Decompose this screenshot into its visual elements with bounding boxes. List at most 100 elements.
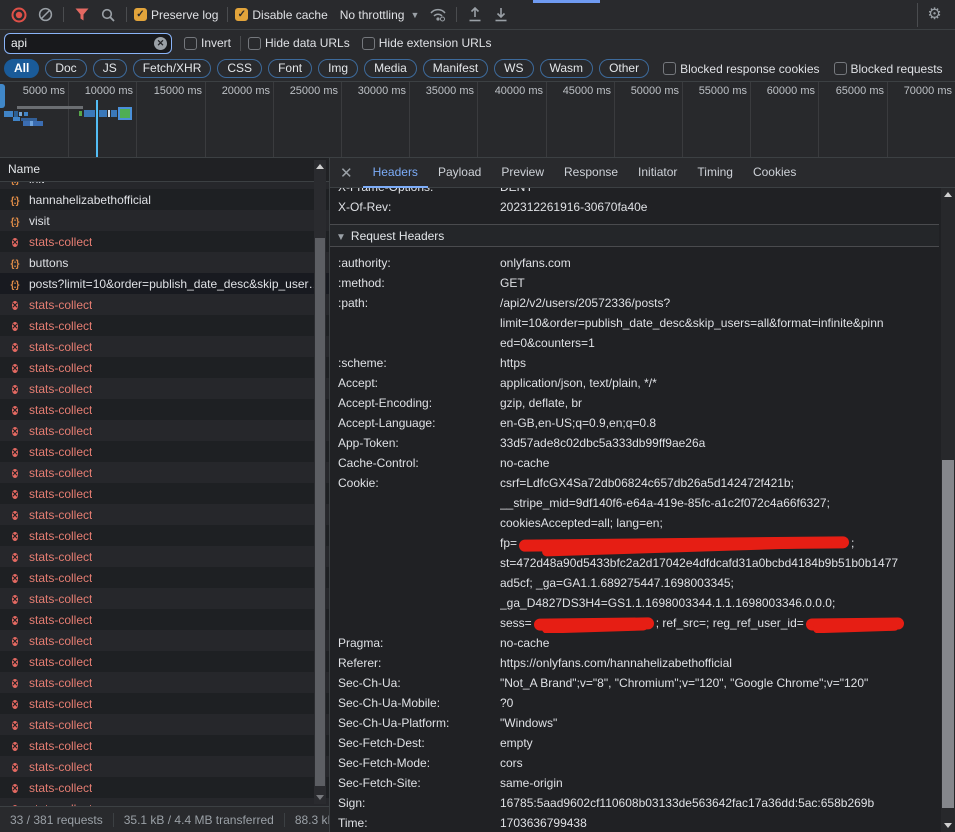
record-button[interactable] <box>6 3 32 27</box>
type-pill-js[interactable]: JS <box>93 59 127 78</box>
header-name: :method: <box>330 273 500 293</box>
disable-cache-checkbox[interactable]: ✓ <box>235 8 248 21</box>
type-pill-wasm[interactable]: Wasm <box>540 59 594 78</box>
request-row[interactable]: ✕stats-collect <box>0 231 329 252</box>
request-row[interactable]: ✕stats-collect <box>0 504 329 525</box>
type-pill-doc[interactable]: Doc <box>45 59 86 78</box>
scroll-down-icon[interactable] <box>316 795 324 800</box>
scroll-up-icon[interactable] <box>944 192 952 197</box>
invert-checkbox[interactable] <box>184 37 197 50</box>
type-pill-img[interactable]: Img <box>318 59 358 78</box>
close-icon[interactable]: ✕ <box>340 164 353 182</box>
export-har-button[interactable] <box>488 3 514 27</box>
filter-input[interactable]: api ✕ <box>4 33 172 54</box>
header-value-text: csrf=LdfcGX4Sa72db06824c657db26a5d142472… <box>500 476 794 490</box>
scroll-down-icon[interactable] <box>944 823 952 828</box>
header-row: Sign:16785:5aad9602cf110608b03133de56364… <box>330 793 939 813</box>
request-row[interactable]: ✕stats-collect <box>0 525 329 546</box>
request-row[interactable]: ✕stats-collect <box>0 357 329 378</box>
clear-filter-icon[interactable]: ✕ <box>154 37 167 50</box>
blocked-requests-checkbox[interactable] <box>834 62 847 75</box>
type-pill-css[interactable]: CSS <box>217 59 262 78</box>
request-row[interactable]: ✕stats-collect <box>0 336 329 357</box>
request-row[interactable]: ✕stats-collect <box>0 672 329 693</box>
request-row[interactable]: ✕stats-collect <box>0 378 329 399</box>
search-button[interactable] <box>95 3 121 27</box>
request-list-scrollbar[interactable] <box>314 160 326 804</box>
scrollbar-thumb[interactable] <box>315 238 325 786</box>
request-row[interactable]: ✕stats-collect <box>0 546 329 567</box>
header-name: Sec-Fetch-Mode: <box>330 753 500 773</box>
request-row[interactable]: ✕stats-collect <box>0 735 329 756</box>
request-row[interactable]: ✕stats-collect <box>0 609 329 630</box>
network-overview-timeline[interactable]: 5000 ms10000 ms15000 ms20000 ms25000 ms3… <box>0 82 955 158</box>
request-row[interactable]: ✕stats-collect <box>0 420 329 441</box>
scroll-up-icon[interactable] <box>316 164 324 169</box>
error-icon: ✕ <box>7 654 22 669</box>
request-row[interactable]: ✕stats-collect <box>0 315 329 336</box>
request-row[interactable]: ✕stats-collect <box>0 798 329 806</box>
tab-headers[interactable]: Headers <box>363 158 428 188</box>
overview-drag-handle[interactable] <box>0 84 5 108</box>
type-pill-media[interactable]: Media <box>364 59 417 78</box>
request-row[interactable]: ✕stats-collect <box>0 714 329 735</box>
scrollbar-thumb[interactable] <box>942 460 954 808</box>
settings-button[interactable]: ⚙ <box>917 3 951 27</box>
type-pill-manifest[interactable]: Manifest <box>423 59 488 78</box>
request-row[interactable]: ✕stats-collect <box>0 588 329 609</box>
request-row[interactable]: ✕stats-collect <box>0 462 329 483</box>
header-value: 33d57ade8c02dbc5a333db99ff9ae26a <box>500 433 939 453</box>
blocked-response-cookies-checkbox[interactable] <box>663 62 676 75</box>
tab-cookies[interactable]: Cookies <box>743 158 806 188</box>
header-value-line: ed=0&counters=1 <box>500 333 939 353</box>
header-value-line: cors <box>500 753 939 773</box>
request-row[interactable]: {:}buttons <box>0 252 329 273</box>
request-name: stats-collect <box>29 760 92 774</box>
request-row[interactable]: {:}init <box>0 182 329 189</box>
preserve-log-label: Preserve log <box>151 8 218 22</box>
type-pill-all[interactable]: All <box>4 59 39 78</box>
preserve-log-checkbox[interactable]: ✓ <box>134 8 147 21</box>
name-column-header[interactable]: Name <box>0 158 329 182</box>
tab-initiator[interactable]: Initiator <box>628 158 687 188</box>
header-name: Sec-Ch-Ua-Platform: <box>330 713 500 733</box>
filter-toggle-button[interactable] <box>69 3 95 27</box>
hide-data-urls-checkbox[interactable] <box>248 37 261 50</box>
clear-button[interactable] <box>32 3 58 27</box>
header-value-line: csrf=LdfcGX4Sa72db06824c657db26a5d142472… <box>500 473 939 493</box>
import-har-button[interactable] <box>462 3 488 27</box>
request-row[interactable]: {:}posts?limit=10&order=publish_date_des… <box>0 273 329 294</box>
timeline-tick-label: 65000 ms <box>820 85 884 97</box>
request-row[interactable]: ✕stats-collect <box>0 399 329 420</box>
request-row[interactable]: ✕stats-collect <box>0 651 329 672</box>
request-row[interactable]: ✕stats-collect <box>0 294 329 315</box>
type-pill-font[interactable]: Font <box>268 59 312 78</box>
error-icon: ✕ <box>12 238 19 247</box>
json-file-icon: {:} <box>7 193 22 207</box>
request-row[interactable]: {:}visit <box>0 210 329 231</box>
request-row[interactable]: ✕stats-collect <box>0 483 329 504</box>
divider <box>227 7 228 22</box>
request-row[interactable]: ✕stats-collect <box>0 756 329 777</box>
type-pill-fetch-xhr[interactable]: Fetch/XHR <box>133 59 212 78</box>
type-pill-other[interactable]: Other <box>599 59 649 78</box>
type-pill-ws[interactable]: WS <box>494 59 533 78</box>
throttling-select[interactable]: No throttling <box>340 8 405 22</box>
request-row[interactable]: ✕stats-collect <box>0 441 329 462</box>
tab-timing[interactable]: Timing <box>687 158 743 188</box>
request-row[interactable]: ✕stats-collect <box>0 630 329 651</box>
header-value-line: /api2/v2/users/20572336/posts? <box>500 293 939 313</box>
request-headers-section-toggle[interactable]: ▼Request Headers <box>330 224 939 247</box>
error-icon: ✕ <box>7 696 22 711</box>
timeline-tick-label: 5000 ms <box>1 85 65 97</box>
request-row[interactable]: {:}hannahelizabethofficial <box>0 189 329 210</box>
request-row[interactable]: ✕stats-collect <box>0 567 329 588</box>
request-row[interactable]: ✕stats-collect <box>0 777 329 798</box>
tab-preview[interactable]: Preview <box>491 158 554 188</box>
request-row[interactable]: ✕stats-collect <box>0 693 329 714</box>
network-conditions-button[interactable] <box>425 3 451 27</box>
tab-response[interactable]: Response <box>554 158 628 188</box>
hide-extension-urls-checkbox[interactable] <box>362 37 375 50</box>
tab-payload[interactable]: Payload <box>428 158 491 188</box>
details-scrollbar[interactable] <box>941 188 955 832</box>
